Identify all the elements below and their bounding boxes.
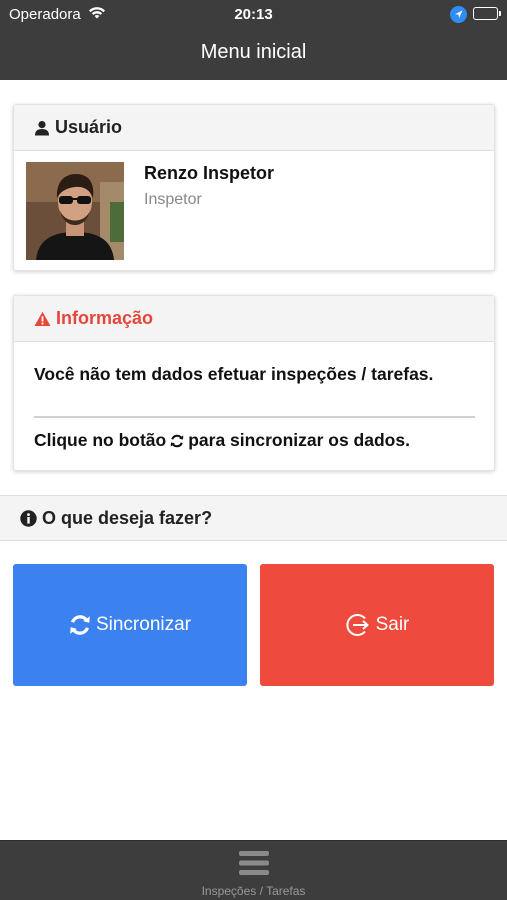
tab-inspections-tasks[interactable]: Inspeções / Tarefas xyxy=(0,841,507,900)
exit-button[interactable]: Sair xyxy=(260,564,494,686)
tab-bar: Inspeções / Tarefas xyxy=(0,840,507,900)
info-card-header: Informação xyxy=(14,296,494,342)
battery-icon xyxy=(473,7,501,20)
info-card: Informação Você não tem dados efetuar in… xyxy=(13,295,495,471)
user-name: Renzo Inspetor xyxy=(144,163,275,183)
location-icon xyxy=(450,6,467,23)
info-card-title: Informação xyxy=(56,308,154,328)
sync-icon xyxy=(70,615,90,635)
question-bar: O que deseja fazer? xyxy=(0,495,507,541)
info-circle-icon xyxy=(20,509,37,527)
menu-icon xyxy=(239,851,269,875)
logout-icon xyxy=(346,614,369,636)
tab-label: Inspeções / Tarefas xyxy=(201,884,306,898)
user-card: Usuário Renzo Inspetor Inspetor xyxy=(13,104,495,271)
page-title: Menu inicial xyxy=(200,41,307,63)
question-label: O que deseja fazer? xyxy=(42,507,213,528)
sync-icon xyxy=(170,434,184,447)
status-bar: Operadora 20:13 xyxy=(0,0,507,28)
nav-bar: Menu inicial xyxy=(0,28,507,80)
exit-button-label: Sair xyxy=(375,614,410,635)
sync-hint-before: Clique no botão xyxy=(34,430,167,450)
user-role: Inspetor xyxy=(144,191,202,208)
user-card-title: Usuário xyxy=(55,117,123,137)
sync-button[interactable]: Sincronizar xyxy=(13,564,247,686)
info-divider xyxy=(34,416,475,418)
sync-button-label: Sincronizar xyxy=(95,614,192,635)
user-card-header: Usuário xyxy=(14,105,494,151)
sync-hint: Clique no botão para sincronizar os dado… xyxy=(34,430,410,451)
sync-hint-after: para sincronizar os dados. xyxy=(188,430,410,450)
clock: 20:13 xyxy=(234,6,273,23)
info-message: Você não tem dados efetuar inspeções / t… xyxy=(34,364,434,384)
warning-icon xyxy=(34,311,51,326)
user-icon xyxy=(35,120,49,135)
avatar xyxy=(26,162,124,260)
